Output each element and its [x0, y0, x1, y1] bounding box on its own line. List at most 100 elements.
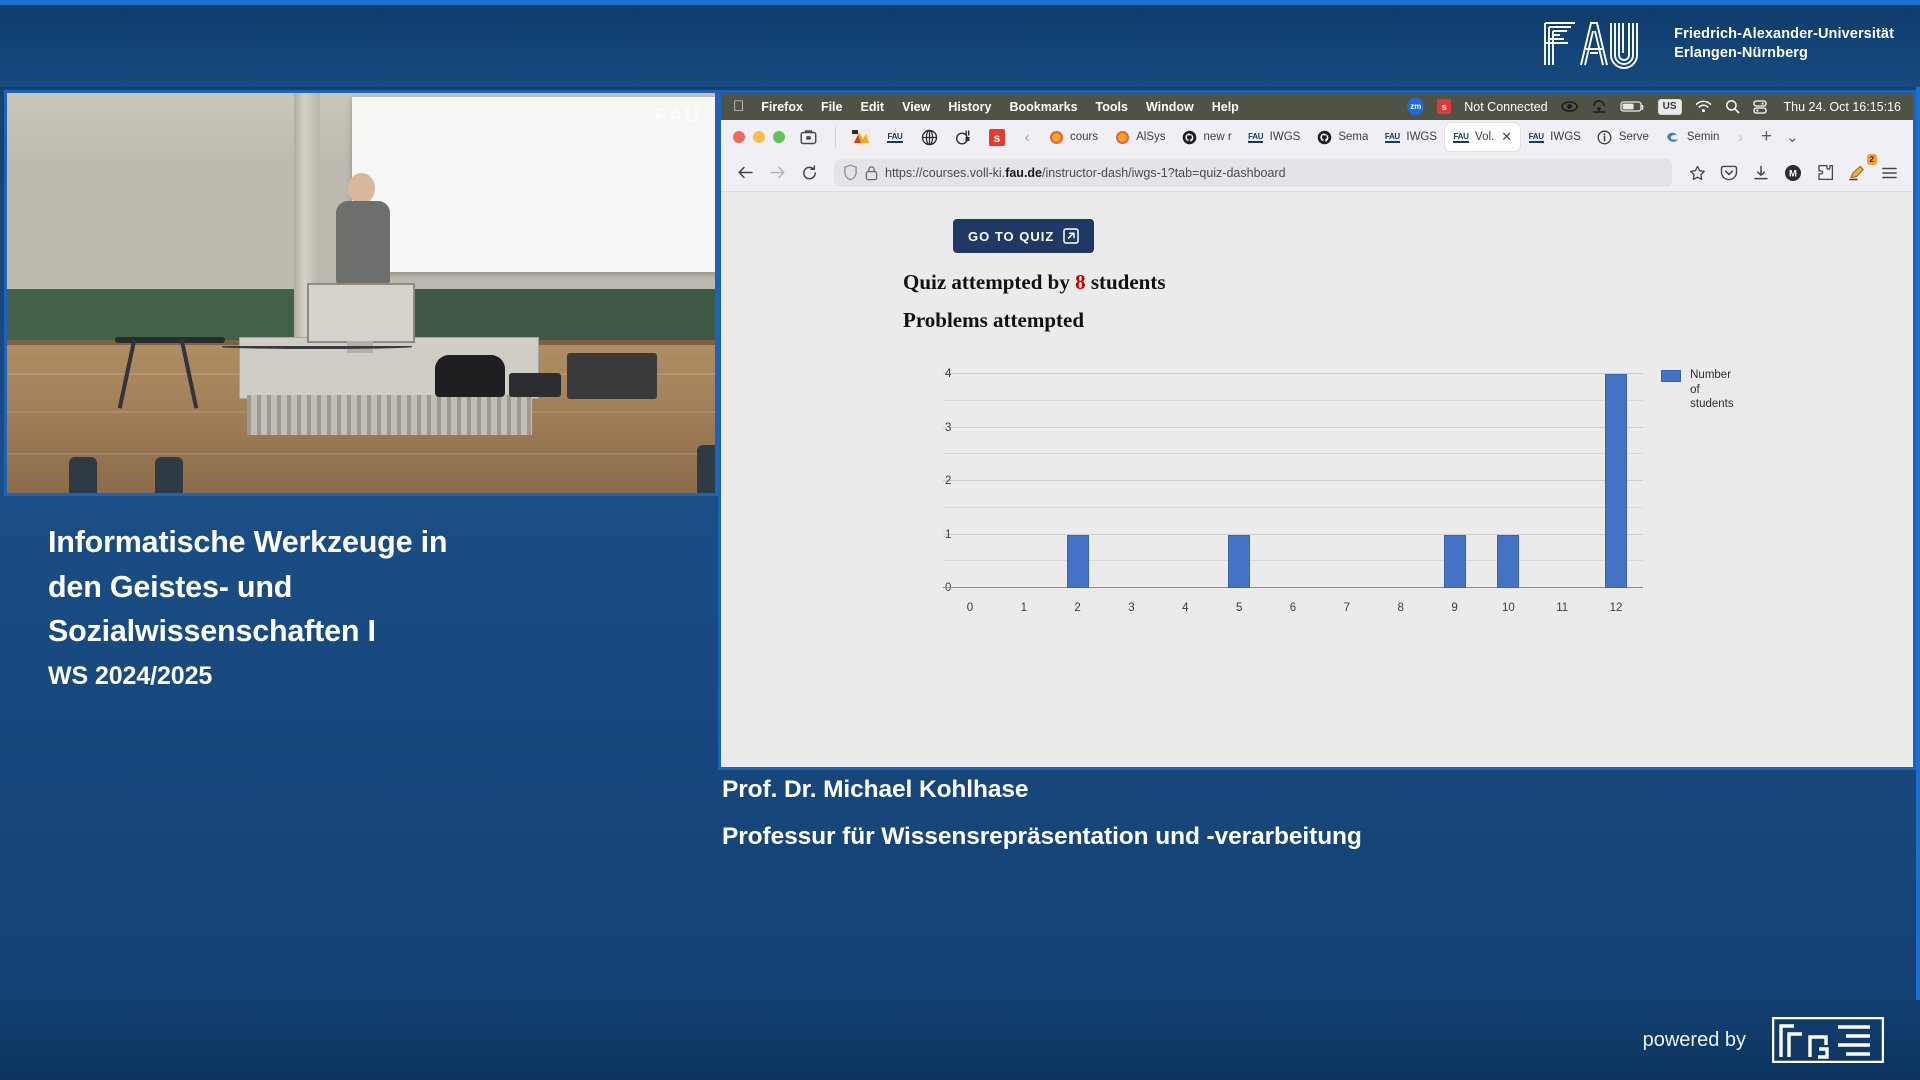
svg-text:s: s	[994, 131, 1001, 145]
scroll-tabs-right-button[interactable]: ›	[1727, 124, 1753, 150]
scroll-tabs-left-button[interactable]: ‹	[1014, 124, 1040, 150]
menu-item-bookmarks[interactable]: Bookmarks	[1009, 100, 1077, 114]
screen-record-icon[interactable]: s	[1437, 99, 1451, 114]
zoom-icon[interactable]: zm	[1407, 98, 1424, 115]
tab-iwgs-1[interactable]: FAU IWGS	[1240, 123, 1309, 151]
wifi-icon[interactable]	[1695, 100, 1712, 113]
tab-pinned-paint[interactable]	[844, 123, 878, 151]
problems-attempted-heading: Problems attempted	[903, 308, 1084, 333]
tab-pinned-tools[interactable]	[946, 123, 980, 151]
university-line1: Friedrich-Alexander-Universität	[1674, 25, 1894, 44]
tab-server[interactable]: Serve	[1589, 123, 1657, 151]
address-bar[interactable]: https://courses.voll-ki.fau.de/instructo…	[834, 159, 1672, 187]
window-controls[interactable]	[729, 131, 795, 143]
chart-bar[interactable]	[1444, 535, 1466, 589]
tab-voll-ki-active[interactable]: FAU Vol. ✕	[1445, 123, 1520, 151]
chart-bar[interactable]	[1067, 535, 1089, 589]
keyboard-layout-icon[interactable]: US	[1658, 99, 1682, 115]
bookmark-star-button[interactable]	[1682, 159, 1712, 187]
problems-attempted-chart: 012340123456789101112 Number of students	[903, 362, 1643, 622]
menubar-clock[interactable]: Thu 24. Oct 16:15:16	[1784, 100, 1901, 114]
close-tab-icon[interactable]: ✕	[1501, 129, 1512, 145]
menu-item-history[interactable]: History	[948, 100, 991, 114]
shield-icon[interactable]	[843, 164, 858, 181]
go-to-quiz-button[interactable]: GO TO QUIZ	[953, 219, 1094, 253]
gridline	[943, 560, 1643, 561]
tab-courses[interactable]: cours	[1040, 123, 1106, 151]
browser-tabstrip: FAU s ‹ cours AlSys	[721, 120, 1913, 154]
chair-back	[69, 457, 97, 493]
lecture-title-line2: den Geistes- und	[48, 565, 674, 610]
desk-frame	[247, 395, 532, 435]
legend-swatch	[1661, 370, 1681, 382]
highlighter-extension-button[interactable]: 2	[1842, 159, 1872, 187]
minimize-window-button[interactable]	[753, 131, 765, 143]
tab-seminar[interactable]: Semin	[1657, 123, 1728, 151]
menu-item-tools[interactable]: Tools	[1096, 100, 1128, 114]
search-icon[interactable]	[1725, 99, 1740, 114]
x-axis-tick-label: 0	[967, 602, 973, 614]
y-axis-tick-label: 4	[945, 368, 951, 380]
menu-item-window[interactable]: Window	[1146, 100, 1194, 114]
y-axis-tick-label: 0	[945, 582, 951, 594]
tab-label: Vol.	[1475, 131, 1494, 143]
chart-bar[interactable]	[1497, 535, 1519, 589]
tab-iwgs-3[interactable]: FAU IWGS	[1520, 123, 1589, 151]
not-connected-status[interactable]: Not Connected	[1464, 100, 1547, 114]
attempted-suffix: students	[1086, 270, 1166, 294]
browser-window[interactable]:  Firefox File Edit View History Bookmar…	[718, 90, 1916, 770]
forward-button[interactable]	[762, 159, 792, 187]
firefox-view-button[interactable]	[795, 125, 821, 149]
y-axis-tick-label: 2	[945, 475, 951, 487]
list-all-tabs-icon[interactable]: ⌄	[1779, 124, 1805, 150]
tab-pinned-fau[interactable]: FAU	[878, 123, 912, 151]
menu-item-edit[interactable]: Edit	[860, 100, 884, 114]
control-center-icon[interactable]	[1753, 100, 1767, 114]
x-axis-tick-label: 10	[1502, 602, 1515, 614]
apple-icon[interactable]: 	[733, 99, 744, 114]
url-text[interactable]: https://courses.voll-ki.fau.de/instructo…	[885, 166, 1286, 180]
gridline	[943, 400, 1643, 401]
tab-label: Semin	[1687, 131, 1720, 143]
page-footer: powered by	[0, 1000, 1920, 1080]
close-window-button[interactable]	[733, 131, 745, 143]
pocket-button[interactable]	[1714, 159, 1744, 187]
url-suffix: /instructor-dash/iwgs-1?tab=quiz-dashboa…	[1042, 166, 1286, 180]
tab-new-repo[interactable]: new r	[1174, 123, 1240, 151]
eye-icon[interactable]	[1561, 100, 1578, 113]
battery-icon[interactable]	[1620, 100, 1645, 113]
url-domain: fau.de	[1005, 166, 1042, 180]
chair-back	[697, 445, 718, 493]
airdrop-icon[interactable]	[1591, 99, 1607, 114]
x-axis-tick-label: 3	[1128, 602, 1134, 614]
menu-item-file[interactable]: File	[821, 100, 843, 114]
reload-button[interactable]	[794, 159, 824, 187]
desk-monitor	[307, 283, 415, 343]
tab-iwgs-2[interactable]: FAU IWGS	[1376, 123, 1445, 151]
back-button[interactable]	[730, 159, 760, 187]
external-link-icon	[1063, 228, 1079, 244]
tab-alsys[interactable]: AlSys	[1106, 123, 1173, 151]
account-avatar[interactable]: M	[1778, 159, 1808, 187]
downloads-button[interactable]	[1746, 159, 1776, 187]
tab-label: AlSys	[1136, 131, 1165, 143]
app-menu-button[interactable]	[1874, 159, 1904, 187]
new-tab-button[interactable]: +	[1753, 124, 1779, 150]
extensions-button[interactable]	[1810, 159, 1840, 187]
github-icon	[1316, 129, 1332, 145]
tab-pinned-globe[interactable]	[912, 123, 946, 151]
gridline	[943, 453, 1643, 454]
lock-icon[interactable]	[865, 165, 878, 181]
lecture-video[interactable]: ÜbungZur Vorlesung https://courses.voll-…	[4, 90, 718, 496]
menu-item-view[interactable]: View	[902, 100, 930, 114]
legend-label-line2: students	[1690, 398, 1733, 410]
github-icon	[1182, 129, 1198, 145]
presentation-stage: Friedrich-Alexander-Universität Erlangen…	[0, 0, 1920, 1080]
maximize-window-button[interactable]	[773, 131, 785, 143]
chart-bar[interactable]	[1605, 374, 1627, 588]
menu-item-help[interactable]: Help	[1212, 100, 1239, 114]
menu-item-firefox[interactable]: Firefox	[761, 100, 803, 114]
tab-semantic[interactable]: Sema	[1308, 123, 1376, 151]
chart-bar[interactable]	[1228, 535, 1250, 589]
tab-pinned-s[interactable]: s	[980, 123, 1014, 151]
